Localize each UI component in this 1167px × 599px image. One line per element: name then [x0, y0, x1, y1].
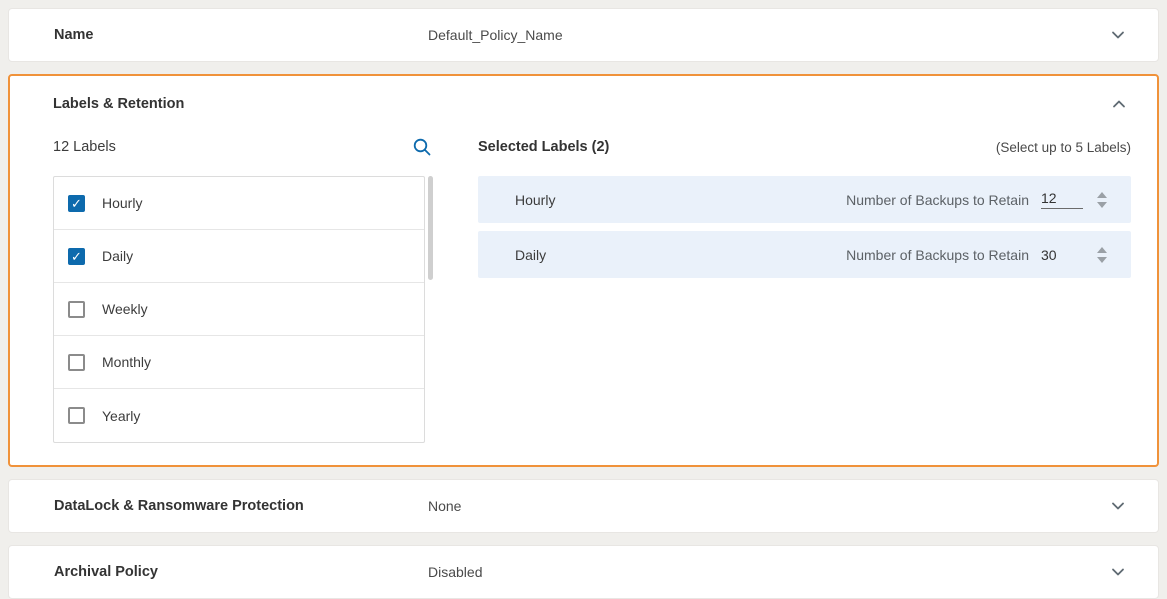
- stepper-up-icon[interactable]: [1097, 247, 1107, 253]
- retain-count-stepper: [1097, 192, 1107, 208]
- archival-panel-value: Disabled: [428, 564, 1106, 580]
- label-item-yearly[interactable]: Yearly: [54, 389, 424, 442]
- name-panel: Name Default_Policy_Name: [8, 8, 1159, 62]
- scrollbar-thumb[interactable]: [428, 176, 433, 280]
- label-item-text: Daily: [102, 248, 133, 264]
- selected-row-label: Daily: [515, 247, 846, 263]
- selected-row-hourly: Hourly Number of Backups to Retain 12: [478, 176, 1131, 223]
- search-icon[interactable]: [412, 137, 432, 157]
- labels-retention-panel: Labels & Retention 12 Labels Hourly: [8, 74, 1159, 467]
- selected-labels-hint: (Select up to 5 Labels): [996, 140, 1131, 155]
- label-item-daily[interactable]: Daily: [54, 230, 424, 283]
- archival-panel: Archival Policy Disabled: [8, 545, 1159, 599]
- label-item-monthly[interactable]: Monthly: [54, 336, 424, 389]
- labels-column-header: 12 Labels: [53, 128, 448, 166]
- selected-labels-column: Selected Labels (2) (Select up to 5 Labe…: [448, 128, 1131, 443]
- name-accordion-row[interactable]: Name Default_Policy_Name: [9, 9, 1158, 61]
- labels-list-scrollbar: [428, 176, 433, 441]
- selected-row-label: Hourly: [515, 192, 846, 208]
- labels-retention-body: 12 Labels Hourly Daily: [10, 122, 1157, 443]
- retain-count-input[interactable]: 12: [1041, 190, 1083, 209]
- chevron-up-icon[interactable]: [1107, 92, 1131, 116]
- labels-list: Hourly Daily Weekly Monthly: [53, 176, 425, 443]
- retain-count-label: Number of Backups to Retain: [846, 192, 1029, 208]
- chevron-down-icon[interactable]: [1106, 23, 1130, 47]
- archival-panel-title: Archival Policy: [54, 564, 428, 580]
- retain-count-input[interactable]: 30: [1041, 247, 1083, 263]
- selected-labels-header: Selected Labels (2) (Select up to 5 Labe…: [478, 128, 1131, 166]
- chevron-down-icon[interactable]: [1106, 494, 1130, 518]
- checkbox-yearly[interactable]: [68, 407, 85, 424]
- labels-retention-header[interactable]: Labels & Retention: [10, 76, 1157, 122]
- stepper-down-icon[interactable]: [1097, 257, 1107, 263]
- label-item-text: Yearly: [102, 408, 140, 424]
- checkbox-hourly[interactable]: [68, 195, 85, 212]
- checkbox-monthly[interactable]: [68, 354, 85, 371]
- stepper-up-icon[interactable]: [1097, 192, 1107, 198]
- stepper-down-icon[interactable]: [1097, 202, 1107, 208]
- retain-count-label: Number of Backups to Retain: [846, 247, 1029, 263]
- datalock-panel-value: None: [428, 498, 1106, 514]
- label-item-text: Monthly: [102, 354, 151, 370]
- datalock-panel: DataLock & Ransomware Protection None: [8, 479, 1159, 533]
- archival-accordion-row[interactable]: Archival Policy Disabled: [9, 546, 1158, 598]
- checkbox-daily[interactable]: [68, 248, 85, 265]
- name-panel-title: Name: [54, 27, 428, 43]
- selected-labels-title: Selected Labels (2): [478, 139, 609, 155]
- label-item-text: Weekly: [102, 301, 148, 317]
- labels-list-wrap: Hourly Daily Weekly Monthly: [53, 176, 448, 443]
- label-item-hourly[interactable]: Hourly: [54, 177, 424, 230]
- chevron-down-icon[interactable]: [1106, 560, 1130, 584]
- selected-row-daily: Daily Number of Backups to Retain 30: [478, 231, 1131, 278]
- datalock-panel-title: DataLock & Ransomware Protection: [54, 498, 428, 514]
- label-item-text: Hourly: [102, 195, 142, 211]
- retain-count-stepper: [1097, 247, 1107, 263]
- labels-retention-title: Labels & Retention: [53, 96, 184, 112]
- datalock-accordion-row[interactable]: DataLock & Ransomware Protection None: [9, 480, 1158, 532]
- labels-count: 12 Labels: [53, 139, 116, 155]
- checkbox-weekly[interactable]: [68, 301, 85, 318]
- label-item-weekly[interactable]: Weekly: [54, 283, 424, 336]
- name-panel-value: Default_Policy_Name: [428, 27, 1106, 43]
- labels-column: 12 Labels Hourly Daily: [53, 128, 448, 443]
